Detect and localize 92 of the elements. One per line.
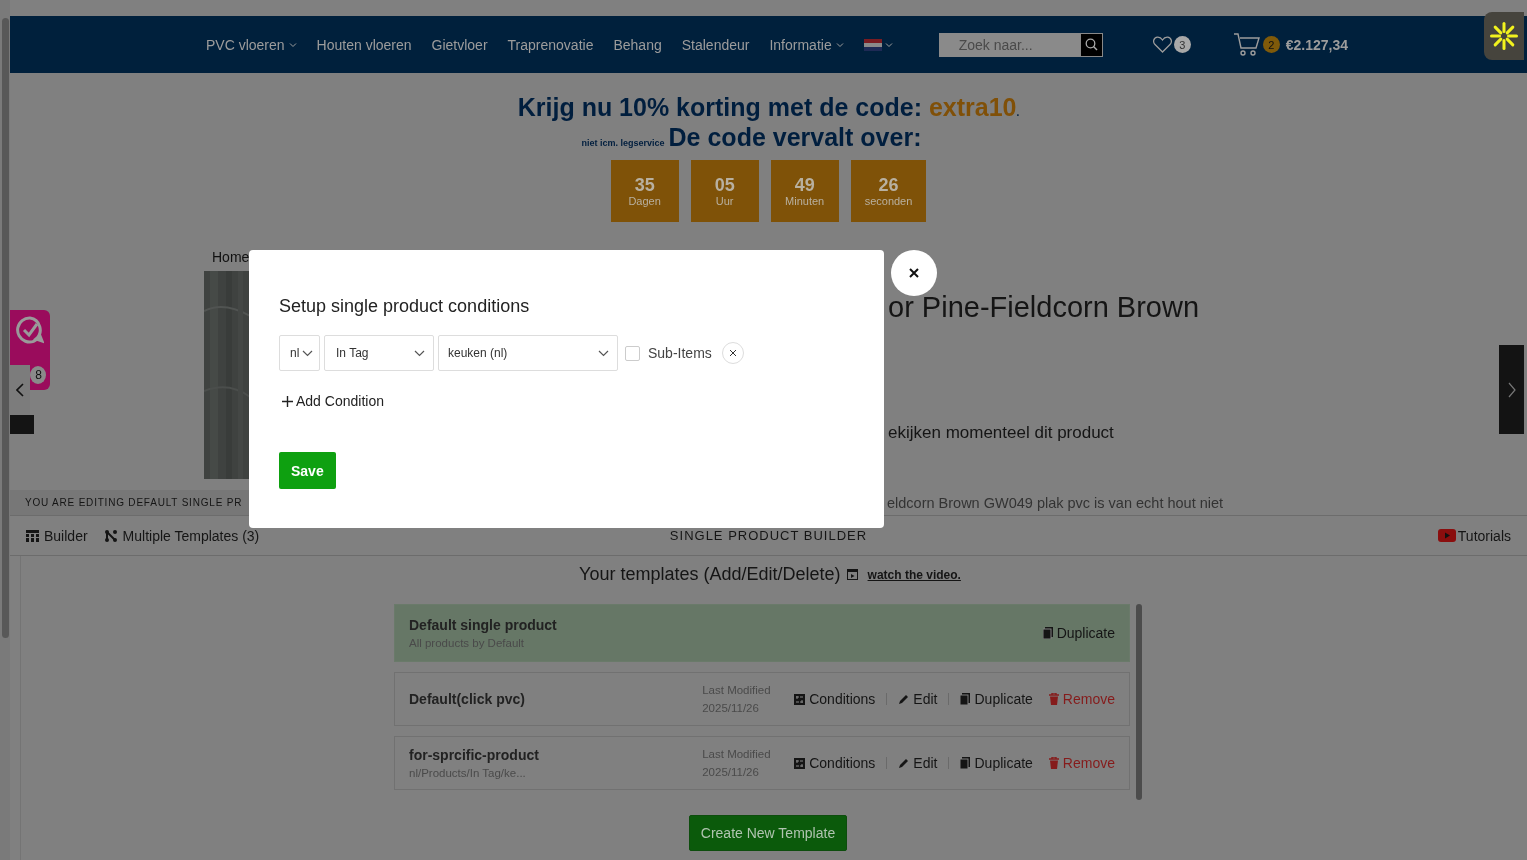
wishlist-count: 3 <box>1173 36 1191 53</box>
close-icon <box>728 349 737 357</box>
countdown-unit: Dagen <box>628 195 661 207</box>
product-title: or Pine-Fieldcorn Brown <box>888 291 1200 324</box>
countdown-unit: Uur <box>715 195 734 207</box>
language-select[interactable]: nl <box>279 335 320 371</box>
chevron-down-icon <box>302 349 313 357</box>
promo-note: niet icm. legservice <box>581 138 665 148</box>
builder-tab[interactable]: Multiple Templates (3) <box>103 527 260 544</box>
asterisk-icon <box>1489 21 1519 51</box>
close-icon <box>909 268 919 278</box>
promo-heading: Krijg nu 10% korting met de code: extra10. <box>517 93 1020 122</box>
create-template-button[interactable]: Create New Template <box>688 815 848 851</box>
chevron-down-icon <box>414 349 425 357</box>
remove-link[interactable]: Remove <box>1048 691 1115 707</box>
chevron-down-icon <box>598 349 609 357</box>
save-button[interactable]: Save <box>279 452 336 489</box>
remove-link[interactable]: Remove <box>1048 755 1115 771</box>
builder-title: SINGLE PRODUCT BUILDER <box>669 528 868 543</box>
branch-icon <box>103 528 118 543</box>
cart-icon[interactable] <box>1232 31 1261 58</box>
expiry-heading: De code vervalt over: <box>668 123 922 152</box>
dialog-title: Setup single product conditions <box>279 296 531 317</box>
caret-icon <box>884 41 893 48</box>
edit-link[interactable]: Edit <box>898 755 938 771</box>
templates-heading: Your templates (Add/Edit/Delete) <box>579 564 841 585</box>
search-field[interactable]: Zoek naar... <box>938 32 1080 57</box>
countdown-value: 26 <box>878 175 899 195</box>
scrollbar-thumb[interactable] <box>1 18 9 638</box>
copy-icon <box>960 757 971 769</box>
chevron-left-icon <box>16 383 24 397</box>
sub-items-label: Sub-Items <box>648 345 712 361</box>
trash-icon <box>1048 693 1059 705</box>
viewers-text: ekijken momenteel dit product <box>888 423 1115 443</box>
heart-icon[interactable] <box>1152 36 1172 53</box>
cart-total[interactable]: €2.127,34 <box>1285 36 1348 53</box>
duplicate-link[interactable]: Duplicate <box>960 691 1033 707</box>
play-icon <box>1437 529 1456 542</box>
template-name: Default(click pvc) <box>409 691 526 707</box>
add-condition-button[interactable]: Add Condition <box>279 393 384 409</box>
builder-tab[interactable]: Builder <box>26 527 88 544</box>
video-icon <box>846 569 858 580</box>
condition-type-select[interactable]: In Tag <box>324 335 434 371</box>
trash-icon <box>1048 757 1059 769</box>
copy-icon <box>1042 627 1053 639</box>
copy-icon <box>960 693 971 705</box>
review-widget[interactable] <box>10 310 50 365</box>
breadcrumb-link[interactable]: Home <box>212 249 250 265</box>
flag-icon[interactable] <box>863 38 882 51</box>
sub-items-checkbox[interactable] <box>625 345 640 361</box>
cart-count: 2 <box>1262 36 1280 53</box>
countdown-value: 35 <box>634 175 655 195</box>
countdown-value: 05 <box>714 175 735 195</box>
grid-icon <box>794 757 806 769</box>
duplicate-link[interactable]: Duplicate <box>960 755 1033 771</box>
plus-icon <box>282 395 293 407</box>
duplicate-link[interactable]: Duplicate <box>1042 625 1115 641</box>
previous-button[interactable] <box>10 365 30 415</box>
pencil-icon <box>898 757 910 769</box>
conditions-link[interactable]: Conditions <box>794 691 876 707</box>
search-button[interactable] <box>1079 32 1103 57</box>
tutorials-link[interactable]: Tutorials <box>1437 527 1511 544</box>
search-icon <box>1084 38 1098 51</box>
conditions-link[interactable]: Conditions <box>794 755 876 771</box>
caret-icon <box>288 41 297 48</box>
nav-link[interactable]: Gietvloer <box>431 36 488 53</box>
table-icon <box>26 529 39 542</box>
chevron-right-icon <box>1507 381 1516 398</box>
nav-link[interactable]: Traprenovatie <box>507 36 594 53</box>
scrollbar-thumb[interactable] <box>1136 604 1142 800</box>
nav-link[interactable]: Houten vloeren <box>316 36 412 53</box>
countdown-value: 49 <box>794 175 815 195</box>
countdown-unit: Minuten <box>785 195 825 207</box>
remove-condition-button[interactable] <box>721 342 744 364</box>
nav-link[interactable]: Informatie <box>769 36 844 53</box>
notice-text: YOU ARE EDITING DEFAULT SINGLE PR <box>25 497 243 508</box>
nav-link[interactable]: Behang <box>613 36 662 53</box>
close-button[interactable] <box>891 250 937 296</box>
product-description: eldcorn Brown GW049 plak pvc is van echt hout niet <box>887 494 1224 511</box>
condition-value-select[interactable]: keuken (nl) <box>438 335 618 371</box>
nav-link[interactable]: PVC vloeren <box>206 36 297 53</box>
countdown-unit: seconden <box>864 195 913 207</box>
check-bubble-icon <box>16 316 44 344</box>
template-name: Default single product <box>409 617 558 633</box>
grid-icon <box>794 693 806 705</box>
template-name: for-sprcific-product <box>409 747 540 763</box>
caret-icon <box>835 41 844 48</box>
nav-link[interactable]: Stalendeur <box>681 36 750 53</box>
edit-link[interactable]: Edit <box>898 691 938 707</box>
asterisk-widget-button[interactable] <box>1484 12 1524 60</box>
video-link[interactable]: watch the video. <box>867 567 961 582</box>
pencil-icon <box>898 693 910 705</box>
